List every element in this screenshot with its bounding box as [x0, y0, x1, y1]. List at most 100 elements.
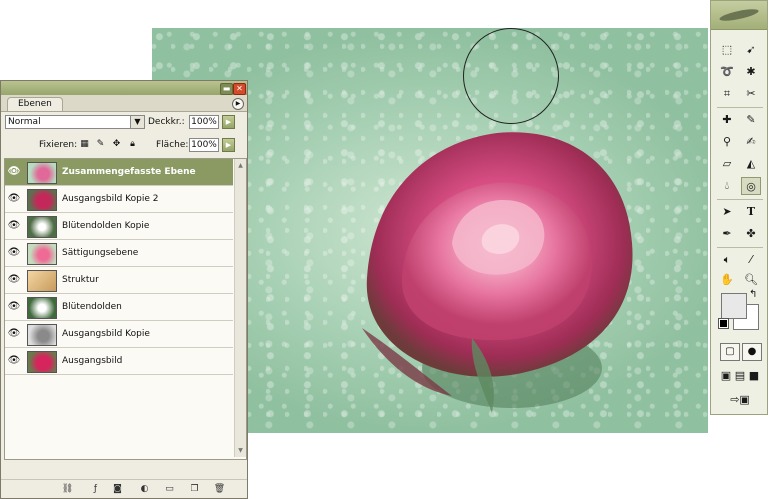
- history-brush-tool-icon[interactable]: ✍: [741, 133, 761, 151]
- chevron-down-icon[interactable]: ▼: [130, 116, 144, 128]
- layer-name: Struktur: [62, 275, 99, 285]
- layer-name: Blütendolden: [62, 302, 122, 312]
- layer-thumbnail: [27, 162, 57, 184]
- swap-colors-icon[interactable]: ↰: [749, 289, 757, 300]
- feather-logo-icon: [718, 6, 760, 24]
- screen-mode-full-menu-icon[interactable]: ▤: [733, 367, 747, 385]
- layer-row[interactable]: 👁︎ Blütendolden Kopie: [5, 213, 233, 240]
- jump-to-imageready-icon[interactable]: ⇨▣: [725, 391, 755, 409]
- pen-tool-icon[interactable]: ✒: [717, 225, 737, 243]
- eye-icon[interactable]: 👁︎: [7, 246, 21, 259]
- layer-name: Ausgangsbild Kopie 2: [62, 194, 159, 204]
- trash-icon[interactable]: 🗑︎: [213, 483, 226, 495]
- clone-stamp-tool-icon[interactable]: ⚲: [717, 133, 737, 151]
- layer-row[interactable]: 👁︎ Blütendolden: [5, 294, 233, 321]
- minimize-button[interactable]: ▬: [220, 83, 233, 95]
- layer-style-icon[interactable]: ƒ: [89, 483, 102, 495]
- tools-header[interactable]: [711, 1, 767, 30]
- layer-thumbnail: [27, 189, 57, 211]
- link-layers-icon[interactable]: ⛓: [61, 483, 74, 495]
- fill-label: Fläche:: [156, 140, 189, 150]
- layer-name: Sättigungsebene: [62, 248, 139, 258]
- new-group-icon[interactable]: ▭: [163, 483, 176, 495]
- opacity-input[interactable]: 100%: [189, 115, 219, 129]
- lock-label: Fixieren:: [39, 140, 78, 150]
- eye-icon[interactable]: 👁︎: [7, 273, 21, 286]
- layer-row[interactable]: 👁︎ Ausgangsbild Kopie: [5, 321, 233, 348]
- layer-mask-icon[interactable]: ◙: [111, 483, 124, 495]
- layer-name: Ausgangsbild: [62, 356, 123, 366]
- move-tool-icon[interactable]: ➹: [741, 41, 761, 59]
- eye-icon[interactable]: 👁︎: [7, 327, 21, 340]
- standard-mode-button[interactable]: ▢: [720, 343, 740, 361]
- panel-menu-icon[interactable]: ▶: [232, 98, 244, 110]
- layers-list: 👁︎ Zusammengefasste Ebene 👁︎ Ausgangsbil…: [4, 158, 247, 460]
- layer-thumbnail: [27, 297, 57, 319]
- sponge-tool-icon[interactable]: ◎: [741, 177, 761, 195]
- slice-tool-icon[interactable]: ✂: [741, 85, 761, 103]
- layer-row[interactable]: 👁︎ Ausgangsbild: [5, 348, 233, 375]
- lock-move-icon[interactable]: ✥: [111, 139, 122, 150]
- blur-tool-icon[interactable]: 💧︎: [717, 177, 737, 195]
- layer-thumbnail: [27, 216, 57, 238]
- eraser-tool-icon[interactable]: ▱: [717, 155, 737, 173]
- healing-brush-tool-icon[interactable]: ✚: [717, 111, 737, 129]
- scroll-down-icon[interactable]: ▼: [236, 446, 245, 455]
- layer-row[interactable]: 👁︎ Zusammengefasste Ebene: [5, 159, 233, 186]
- layer-row[interactable]: 👁︎ Sättigungsebene: [5, 240, 233, 267]
- layer-row[interactable]: 👁︎ Struktur: [5, 267, 233, 294]
- foreground-color-swatch[interactable]: [721, 293, 747, 319]
- screen-mode-full-icon[interactable]: ■: [747, 367, 761, 385]
- toolbar-divider: [717, 247, 763, 248]
- panel-tab-row: Ebenen ▶: [1, 95, 247, 112]
- quick-mask-mode-button[interactable]: ●: [742, 343, 762, 361]
- zoom-tool-icon[interactable]: 🔍︎: [741, 271, 761, 289]
- type-tool-icon[interactable]: T: [741, 203, 761, 221]
- layer-thumbnail: [27, 324, 57, 346]
- path-selection-tool-icon[interactable]: ➤: [717, 203, 737, 221]
- layer-thumbnail: [27, 270, 57, 292]
- lock-all-icon[interactable]: 🔒︎: [127, 139, 138, 150]
- lasso-tool-icon[interactable]: ➰: [717, 63, 737, 81]
- opacity-slider-button[interactable]: ▶: [222, 115, 235, 129]
- opacity-label: Deckkr.:: [148, 117, 185, 127]
- close-button[interactable]: ✕: [233, 83, 246, 95]
- eye-icon[interactable]: 👁︎: [7, 354, 21, 367]
- layer-thumbnail: [27, 243, 57, 265]
- lock-paint-icon[interactable]: ✎: [95, 139, 106, 150]
- eye-icon[interactable]: 👁︎: [7, 165, 21, 178]
- layer-name: Blütendolden Kopie: [62, 221, 150, 231]
- layer-thumbnail: [27, 351, 57, 373]
- fill-input[interactable]: 100%: [189, 138, 219, 152]
- toolbar-divider: [717, 107, 763, 108]
- layer-name: Zusammengefasste Ebene: [62, 167, 196, 177]
- screen-mode-standard-icon[interactable]: ▣: [719, 367, 733, 385]
- blend-mode-value: Normal: [8, 117, 41, 127]
- panel-titlebar[interactable]: ▬ ✕: [1, 81, 247, 95]
- new-layer-icon[interactable]: ❐: [188, 483, 201, 495]
- layer-name: Ausgangsbild Kopie: [62, 329, 150, 339]
- tools-palette: ⬚ ➹ ➰ ✱ ⌗ ✂ ✚ ✎ ⚲ ✍ ▱ ◭ 💧︎ ◎ ➤ T ✒ ✤ 🔈︎ …: [710, 0, 768, 415]
- eye-icon[interactable]: 👁︎: [7, 219, 21, 232]
- layer-row[interactable]: 👁︎ Ausgangsbild Kopie 2: [5, 186, 233, 213]
- adjustment-layer-icon[interactable]: ◐: [138, 483, 151, 495]
- layers-scrollbar[interactable]: ▲ ▼: [234, 159, 246, 457]
- default-colors-icon[interactable]: [718, 318, 729, 329]
- lock-row: Fixieren: ▦ ✎ ✥ 🔒︎ Fläche: 100% ▶: [1, 137, 247, 155]
- custom-shape-tool-icon[interactable]: ✤: [741, 225, 761, 243]
- crop-tool-icon[interactable]: ⌗: [717, 85, 737, 103]
- tab-layers[interactable]: Ebenen: [7, 97, 63, 111]
- lock-transparency-icon[interactable]: ▦: [79, 139, 90, 150]
- eye-icon[interactable]: 👁︎: [7, 192, 21, 205]
- notes-tool-icon[interactable]: 🔈︎: [717, 251, 737, 269]
- marquee-tool-icon[interactable]: ⬚: [717, 41, 737, 59]
- eye-icon[interactable]: 👁︎: [7, 300, 21, 313]
- paint-bucket-tool-icon[interactable]: ◭: [741, 155, 761, 173]
- eyedropper-tool-icon[interactable]: ⁄: [741, 251, 761, 269]
- hand-tool-icon[interactable]: ✋: [717, 271, 737, 289]
- brush-tool-icon[interactable]: ✎: [741, 111, 761, 129]
- magic-wand-tool-icon[interactable]: ✱: [741, 63, 761, 81]
- scroll-up-icon[interactable]: ▲: [236, 161, 245, 170]
- fill-slider-button[interactable]: ▶: [222, 138, 235, 152]
- blend-mode-select[interactable]: Normal ▼: [5, 115, 145, 129]
